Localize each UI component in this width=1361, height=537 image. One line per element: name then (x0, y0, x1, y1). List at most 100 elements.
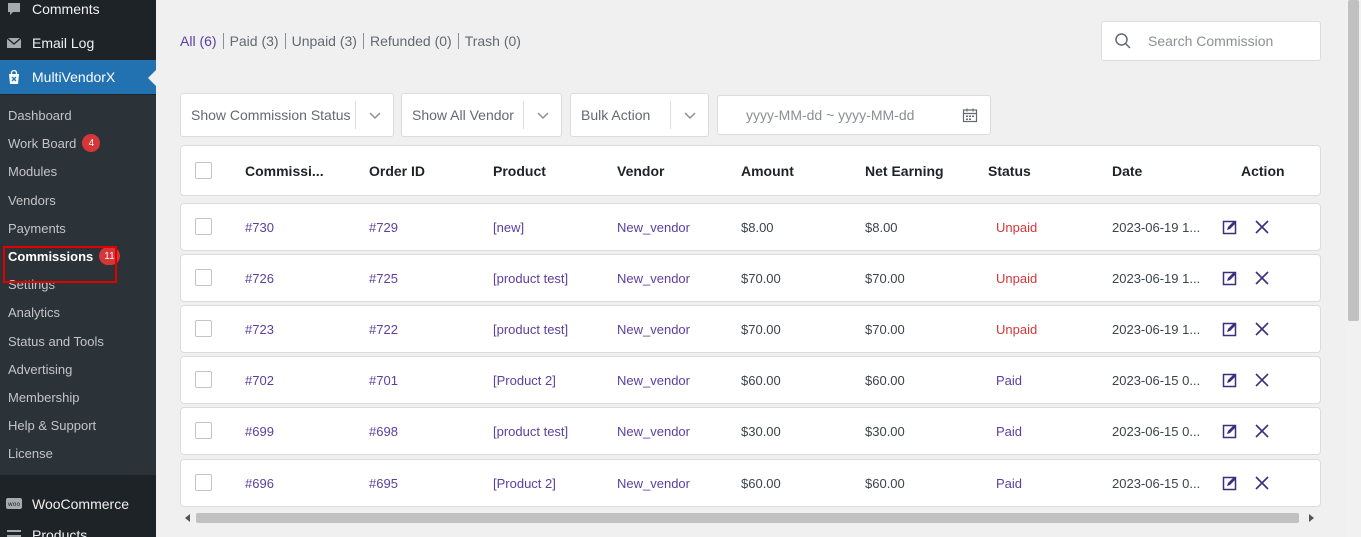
submenu-analytics[interactable]: Analytics (8, 301, 60, 323)
email-icon (6, 35, 22, 51)
scroll-thumb[interactable] (1348, 0, 1359, 321)
column-header[interactable]: Order ID (369, 146, 425, 195)
product-link[interactable]: [Product 2] (493, 357, 556, 403)
sidebar-item-multivendorx[interactable]: MultiVendorX (0, 60, 156, 94)
commission-id-link[interactable]: #723 (245, 306, 274, 352)
column-header[interactable]: Date (1112, 146, 1142, 195)
submenu-license[interactable]: License (8, 442, 53, 464)
column-header[interactable]: Commissi... (245, 146, 324, 195)
table-row: #699 #698 [product test] New_vendor $30.… (180, 407, 1321, 455)
edit-icon[interactable] (1222, 270, 1238, 286)
column-header[interactable]: Product (493, 146, 546, 195)
select-label: Bulk Action (581, 107, 651, 123)
date-value: 2023-06-19 1... (1112, 321, 1201, 337)
delete-icon[interactable] (1254, 270, 1270, 286)
column-header[interactable]: Net Earning (865, 146, 944, 195)
filter-refunded-link[interactable]: Refunded (0) (370, 33, 452, 49)
commission-status-select[interactable]: Show Commission Status (180, 93, 394, 137)
product-link[interactable]: [new] (493, 204, 524, 250)
submenu-status-and-tools[interactable]: Status and Tools (8, 330, 104, 352)
vendor-link[interactable]: New_vendor (617, 306, 690, 352)
order-id-link[interactable]: #729 (369, 204, 398, 250)
divider (362, 33, 364, 49)
status-badge: Paid (996, 423, 1023, 439)
filter-all-link[interactable]: All (6) (180, 33, 217, 49)
delete-icon[interactable] (1254, 423, 1270, 439)
scroll-right-arrow-icon[interactable] (1309, 514, 1314, 522)
filter-unpaid-link[interactable]: Unpaid (3) (292, 33, 357, 49)
edit-icon[interactable] (1222, 475, 1238, 491)
delete-icon[interactable] (1254, 321, 1270, 337)
edit-icon[interactable] (1222, 372, 1238, 388)
submenu-modules[interactable]: Modules (8, 160, 57, 182)
select-all-checkbox[interactable] (195, 161, 212, 179)
row-checkbox[interactable] (195, 218, 212, 235)
column-header[interactable]: Amount (741, 146, 794, 195)
edit-icon[interactable] (1222, 219, 1238, 235)
scroll-thumb[interactable] (196, 513, 1299, 523)
vendor-select[interactable]: Show All Vendor (401, 93, 562, 137)
admin-sidebar: Comments Email Log MultiVendorX Dashboar… (0, 0, 156, 537)
vendor-link[interactable]: New_vendor (617, 460, 690, 506)
date-value: 2023-06-15 0... (1112, 423, 1201, 439)
sidebar-item-products[interactable]: Products (0, 518, 156, 537)
submenu-work-board[interactable]: Work Board 4 (8, 132, 101, 154)
edit-icon[interactable] (1222, 321, 1238, 337)
scroll-left-arrow-icon[interactable] (185, 514, 190, 522)
sidebar-item-email-log[interactable]: Email Log (0, 26, 156, 60)
vendor-link[interactable]: New_vendor (617, 204, 690, 250)
row-checkbox[interactable] (195, 474, 212, 491)
commission-id-link[interactable]: #730 (245, 204, 274, 250)
date-value: 2023-06-19 1... (1112, 270, 1201, 286)
vertical-scrollbar[interactable] (1346, 0, 1361, 537)
vendor-link[interactable]: New_vendor (617, 408, 690, 454)
filter-paid-link[interactable]: Paid (3) (230, 33, 279, 49)
vendor-link[interactable]: New_vendor (617, 357, 690, 403)
order-id-link[interactable]: #695 (369, 460, 398, 506)
commission-id-link[interactable]: #696 (245, 460, 274, 506)
column-header[interactable]: Vendor (617, 146, 664, 195)
amount-value: $60.00 (741, 475, 781, 491)
select-label: Show All Vendor (412, 107, 514, 123)
product-link[interactable]: [product test] (493, 306, 568, 352)
order-id-link[interactable]: #725 (369, 255, 398, 301)
date-range-picker[interactable]: yyyy-MM-dd ~ yyyy-MM-dd (717, 95, 991, 135)
row-checkbox[interactable] (195, 371, 212, 388)
submenu-membership[interactable]: Membership (8, 386, 80, 408)
row-checkbox[interactable] (195, 320, 212, 337)
table-header: Commissi... Order ID Product Vendor Amou… (180, 145, 1321, 196)
calendar-icon (962, 108, 978, 123)
edit-icon[interactable] (1222, 423, 1238, 439)
delete-icon[interactable] (1254, 219, 1270, 235)
order-id-link[interactable]: #701 (369, 357, 398, 403)
svg-text:woo: woo (8, 501, 21, 508)
filter-trash-link[interactable]: Trash (0) (465, 33, 521, 49)
search-input[interactable] (1148, 33, 1308, 49)
product-link[interactable]: [product test] (493, 408, 568, 454)
order-id-link[interactable]: #698 (369, 408, 398, 454)
submenu-dashboard[interactable]: Dashboard (8, 104, 72, 126)
sidebar-item-comments[interactable]: Comments (0, 0, 156, 26)
submenu-help-support[interactable]: Help & Support (8, 414, 96, 436)
order-id-link[interactable]: #722 (369, 306, 398, 352)
column-header[interactable]: Status (988, 146, 1031, 195)
bulk-action-select[interactable]: Bulk Action (570, 93, 709, 137)
commission-id-link[interactable]: #702 (245, 357, 274, 403)
sidebar-item-woocommerce[interactable]: woo WooCommerce (0, 487, 156, 521)
commissions-highlight-box (3, 246, 117, 283)
delete-icon[interactable] (1254, 475, 1270, 491)
submenu-advertising[interactable]: Advertising (8, 358, 72, 380)
amount-value: $8.00 (741, 219, 774, 235)
delete-icon[interactable] (1254, 372, 1270, 388)
commission-id-link[interactable]: #726 (245, 255, 274, 301)
vendor-link[interactable]: New_vendor (617, 255, 690, 301)
product-link[interactable]: [product test] (493, 255, 568, 301)
submenu-payments[interactable]: Payments (8, 217, 66, 239)
horizontal-scrollbar[interactable] (180, 510, 1321, 526)
submenu-vendors[interactable]: Vendors (8, 189, 56, 211)
commission-id-link[interactable]: #699 (245, 408, 274, 454)
row-checkbox[interactable] (195, 422, 212, 439)
row-checkbox[interactable] (195, 269, 212, 286)
product-link[interactable]: [Product 2] (493, 460, 556, 506)
table-row: #730 #729 [new] New_vendor $8.00 $8.00 U… (180, 203, 1321, 251)
